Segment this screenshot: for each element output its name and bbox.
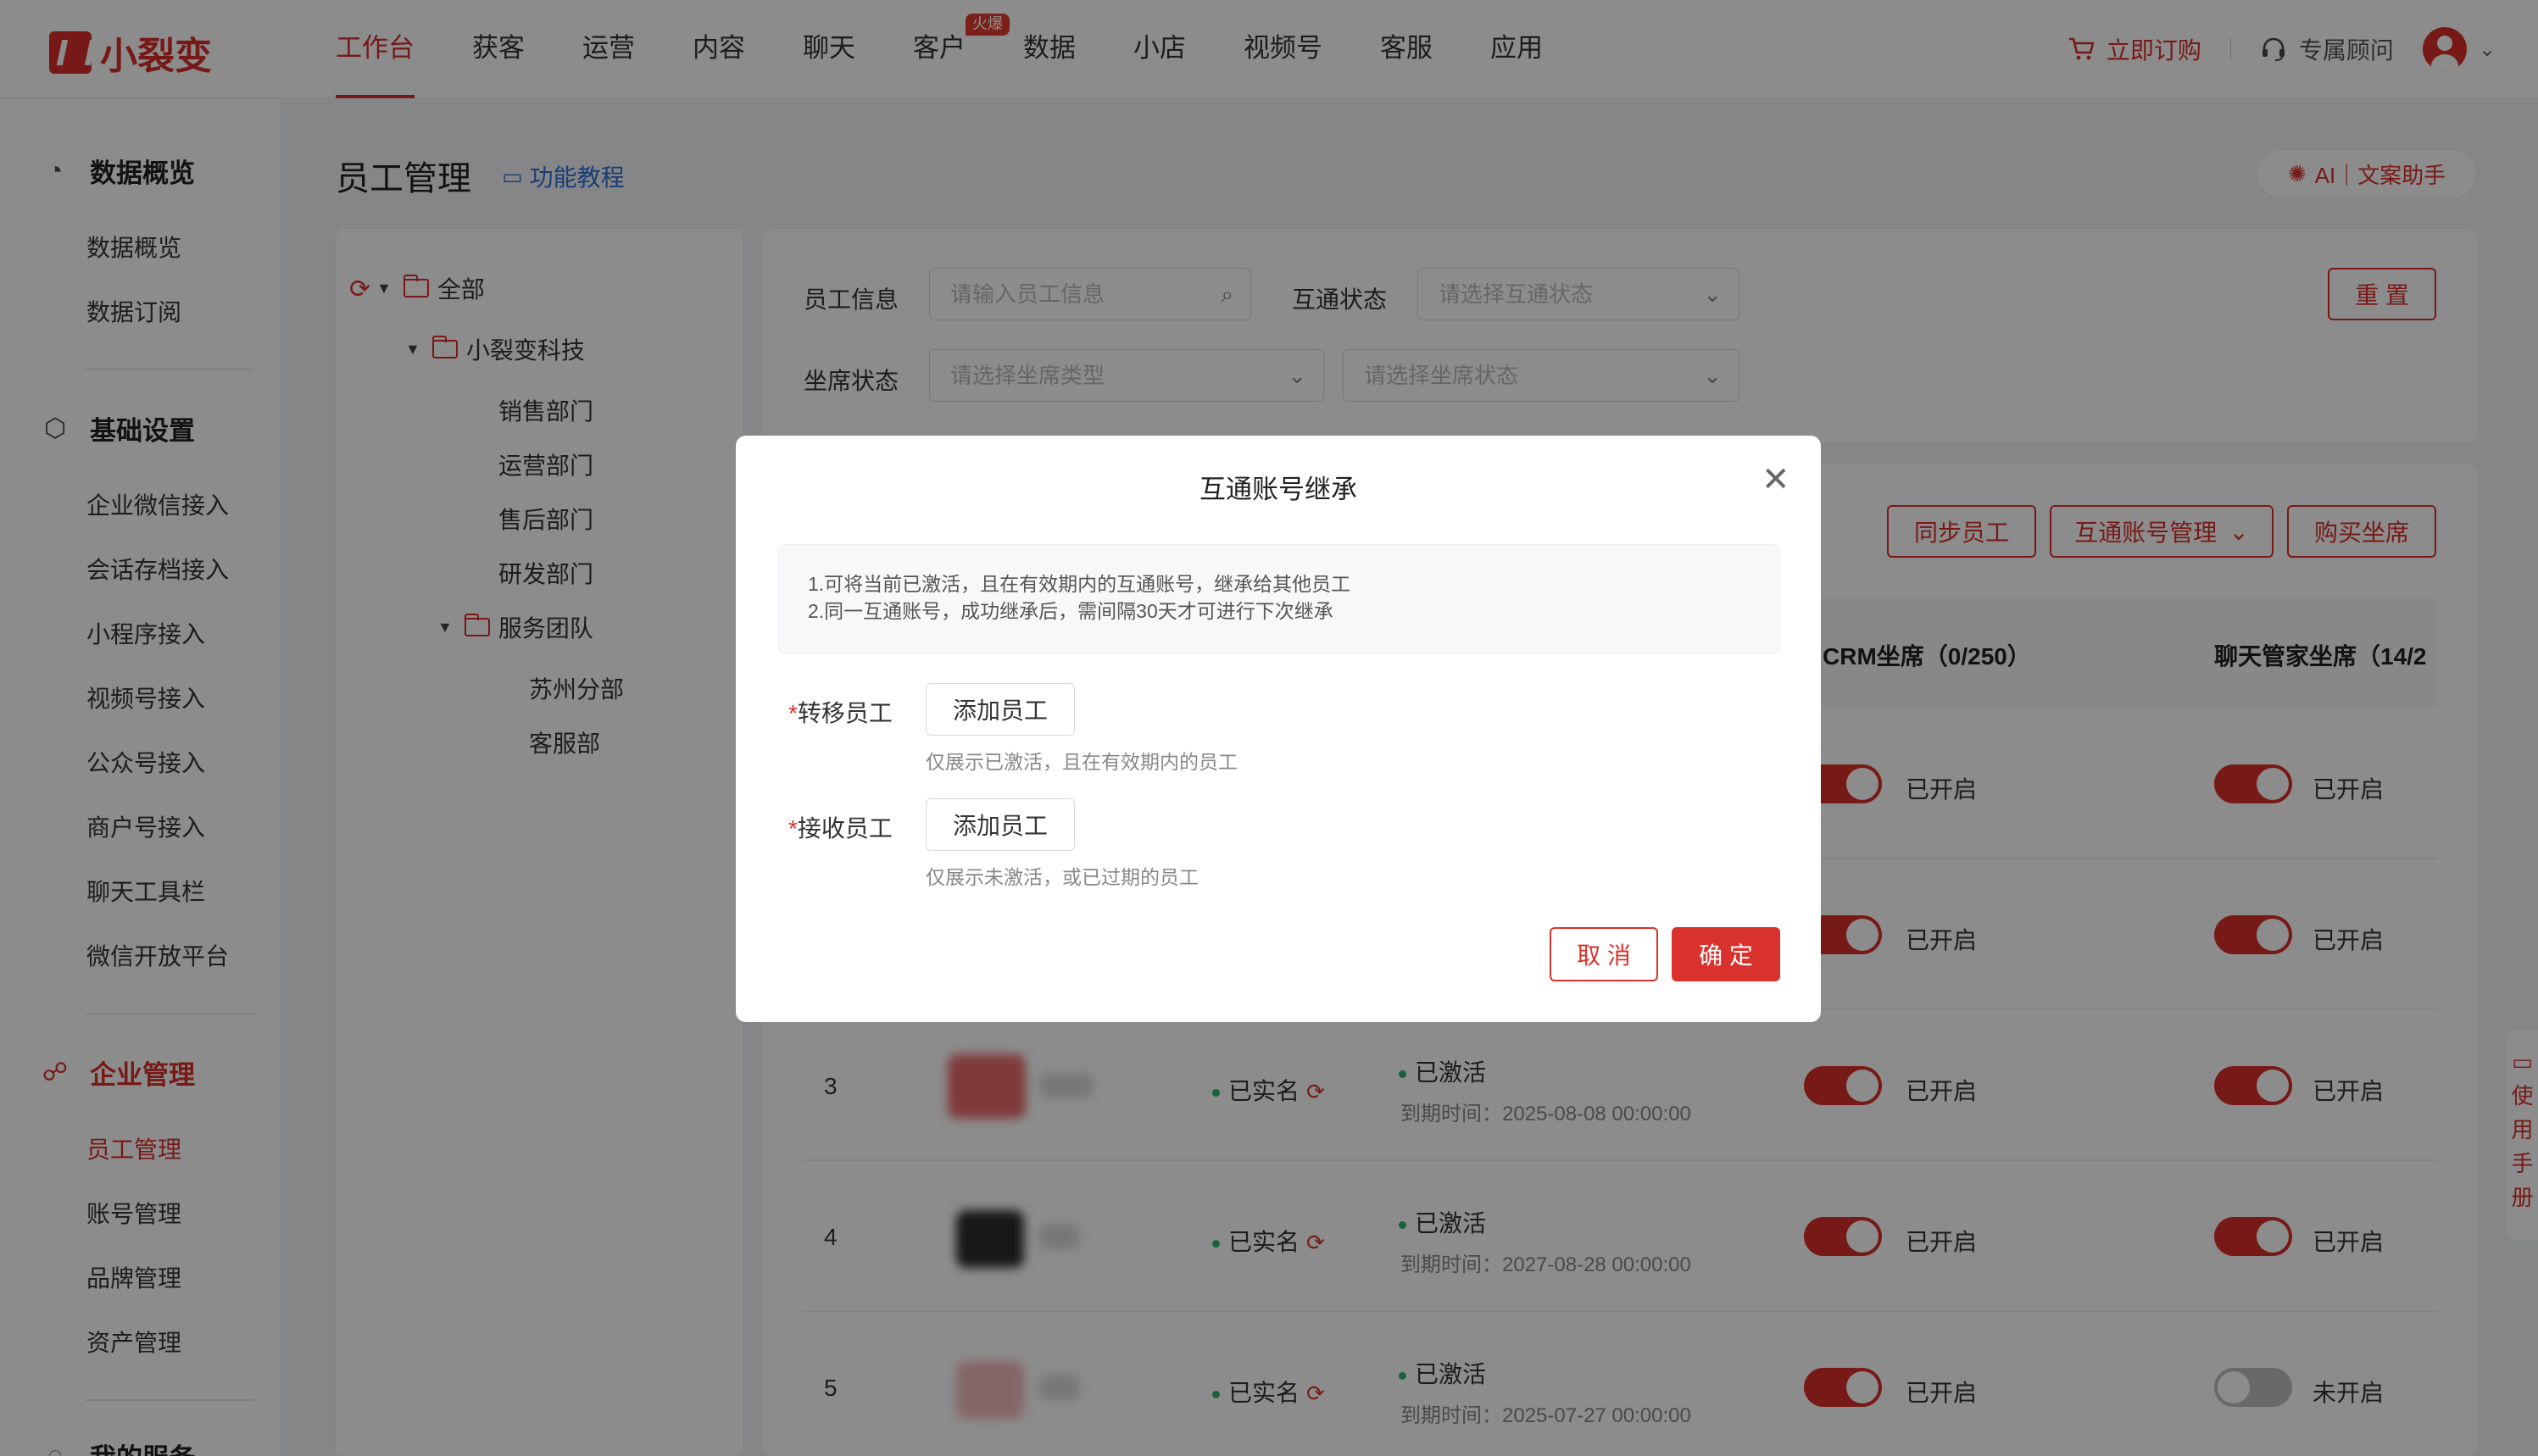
receive-hint: 仅展示未激活，或已过期的员工 <box>926 866 1199 888</box>
notice-line-2: 2.同一互通账号，成功继承后，需间隔30天才可进行下次继承 <box>808 600 1333 622</box>
add-receive-employee-button[interactable]: 添加员工 <box>926 798 1075 851</box>
required-mark: * <box>788 700 798 726</box>
required-mark: * <box>788 815 798 842</box>
modal-notice: 1.可将当前已激活，且在有效期内的互通账号，继承给其他员工 2.同一互通账号，成… <box>778 544 1780 654</box>
cancel-button[interactable]: 取 消 <box>1550 927 1658 981</box>
modal-title: 互通账号继承 <box>1199 475 1357 504</box>
close-icon[interactable]: ✕ <box>1762 463 1790 497</box>
confirm-button[interactable]: 确 定 <box>1672 927 1780 981</box>
transfer-employee-text: 转移员工 <box>797 700 893 726</box>
transfer-employee-label: *转移员工 <box>788 695 893 729</box>
receive-employee-label: *接收员工 <box>788 810 893 844</box>
inherit-account-modal: 互通账号继承 ✕ 1.可将当前已激活，且在有效期内的互通账号，继承给其他员工 2… <box>736 436 1821 1022</box>
notice-line-1: 1.可将当前已激活，且在有效期内的互通账号，继承给其他员工 <box>808 573 1351 595</box>
add-transfer-employee-button[interactable]: 添加员工 <box>926 683 1075 736</box>
transfer-hint: 仅展示已激活，且在有效期内的员工 <box>926 751 1238 773</box>
receive-employee-text: 接收员工 <box>797 815 893 842</box>
